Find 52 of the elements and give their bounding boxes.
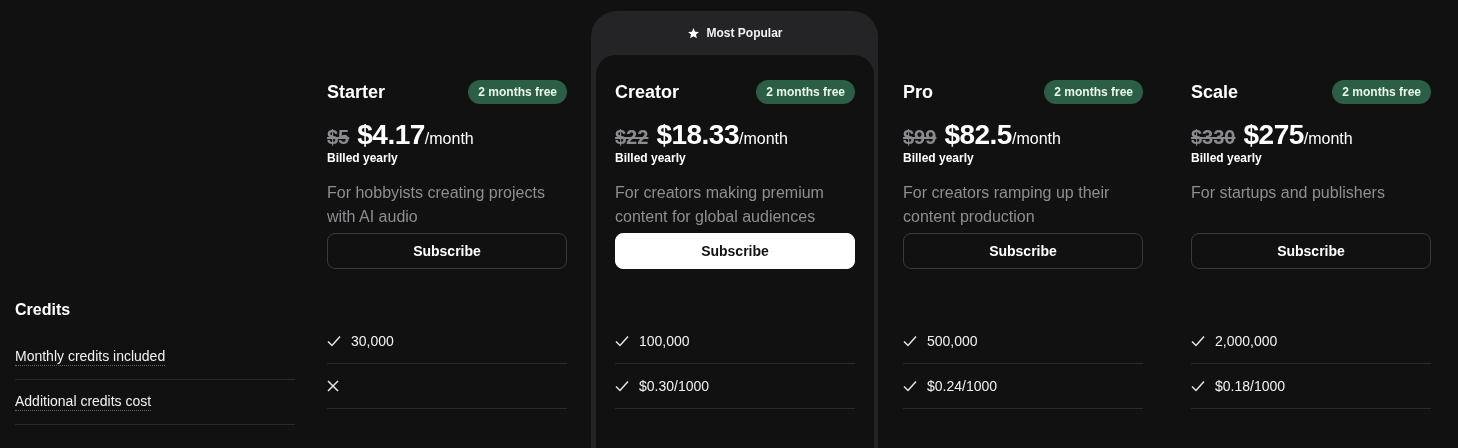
subscribe-button[interactable]: Subscribe [1191,233,1431,269]
check-icon [903,335,917,347]
check-icon [1191,335,1205,347]
old-price: $5 [327,126,350,149]
check-icon [615,380,629,392]
check-icon [903,380,917,392]
plan-description: For creators ramping up their content production [903,183,1111,227]
plan-description: For startups and publishers [1191,183,1386,203]
old-price: $99 [903,126,937,149]
feature-value: 30,000 [351,333,394,349]
discount-badge: 2 months free [468,80,567,104]
billing-note: Billed yearly [903,151,975,165]
feature-value: $0.18/1000 [1215,378,1286,394]
check-icon [327,335,341,347]
plan-name: Pro [903,81,933,103]
plan-name: Creator [615,81,680,103]
feature-value: 100,000 [639,333,690,349]
close-icon [327,380,339,392]
feature-label: Monthly credits included [15,348,166,366]
billing-note: Billed yearly [327,151,399,165]
plan-name: Scale [1191,81,1239,103]
discount-badge: 2 months free [756,80,855,104]
feature-value: 500,000 [927,333,978,349]
section-title: Credits [15,300,72,320]
plan-price: $82.5 [944,119,1012,151]
plan-price: $4.17 [357,119,425,151]
old-price: $330 [1191,126,1236,149]
subscribe-button[interactable]: Subscribe [615,233,855,269]
feature-value: $0.24/1000 [927,378,998,394]
plan-description: For creators making premium content for global audiences [615,183,825,227]
plan-name: Starter [327,81,386,103]
star-icon [687,26,701,40]
feature-label: Additional credits cost [15,393,152,411]
popular-label: Most Popular [706,26,783,40]
feature-value: 2,000,000 [1215,333,1278,349]
old-price: $22 [615,126,649,149]
subscribe-button[interactable]: Subscribe [327,233,567,269]
check-icon [1191,380,1205,392]
subscribe-button[interactable]: Subscribe [903,233,1143,269]
check-icon [615,335,629,347]
price-period: /month [1011,130,1061,148]
price-period: /month [1303,130,1353,148]
billing-note: Billed yearly [1191,151,1263,165]
plan-price: $275 [1243,119,1304,151]
feature-value: $0.30/1000 [639,378,710,394]
price-period: /month [424,130,474,148]
price-period: /month [739,130,788,148]
plan-description: For hobbyists creating projects with AI audio [327,183,546,227]
billing-note: Billed yearly [615,151,687,165]
discount-badge: 2 months free [1332,80,1431,104]
discount-badge: 2 months free [1044,80,1143,104]
plan-price: $18.33 [656,119,739,151]
